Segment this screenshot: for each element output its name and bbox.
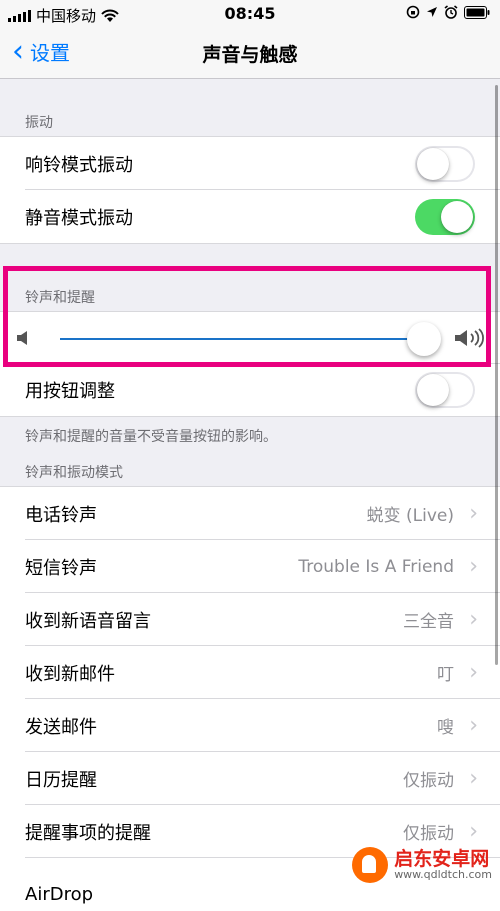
chevron-right-icon: › [469, 554, 478, 579]
chevron-right-icon: › [469, 713, 478, 738]
status-right [406, 5, 490, 19]
pattern-label: 发送邮件 [25, 716, 97, 738]
silent-vibrate-switch[interactable] [415, 198, 475, 235]
slider-thumb[interactable] [407, 322, 441, 356]
pattern-value: 仅振动 [403, 824, 454, 844]
watermark-logo-icon [352, 847, 389, 883]
pattern-value: 仅振动 [403, 771, 454, 791]
pattern-label: 收到新语音留言 [25, 610, 151, 632]
section-header-vibrate: 振动 [25, 115, 53, 131]
watermark-title: 启东安卓网 [394, 847, 490, 870]
change-with-buttons-label: 用按钮调整 [25, 381, 115, 402]
location-icon [427, 7, 437, 17]
pattern-row-new-voicemail[interactable]: 收到新语音留言 三全音 › [0, 593, 500, 646]
status-bar: 中国移动 08:45 [0, 0, 500, 28]
pattern-value: 三全音 [403, 612, 454, 632]
watermark-text: 启东安卓网 www.qdldtch.com [394, 847, 492, 882]
ring-vibrate-row: 响铃模式振动 [0, 137, 500, 190]
vibrate-group: 响铃模式振动 静音模式振动 [0, 136, 500, 244]
ring-vibrate-switch[interactable] [415, 145, 475, 182]
change-with-buttons-row: 用按钮调整 [0, 364, 500, 417]
pattern-label: 日历提醒 [25, 769, 97, 791]
rotation-lock-icon [406, 5, 420, 19]
pattern-label: AirDrop [25, 884, 94, 905]
pattern-row-calendar-alerts[interactable]: 日历提醒 仅振动 › [0, 752, 500, 805]
ringer-volume-slider[interactable] [0, 312, 500, 364]
page-title: 声音与触感 [202, 44, 298, 66]
navigation-bar: ‹ 设置 声音与触感 [0, 28, 500, 79]
pattern-label: 短信铃声 [25, 557, 97, 579]
watermark-url: www.qdldtch.com [394, 868, 492, 882]
ringer-group: 用按钮调整 [0, 311, 500, 417]
ring-vibrate-label: 响铃模式振动 [25, 154, 133, 176]
watermark: 启东安卓网 www.qdldtch.com [352, 847, 492, 883]
pattern-value: 蜕变 (Live) [366, 506, 454, 526]
slider-track [60, 338, 425, 340]
pattern-row-text-tone[interactable]: 短信铃声 Trouble Is A Friend › [0, 540, 500, 593]
section-header-ringer: 铃声和提醒 [25, 290, 95, 306]
pattern-label: 收到新邮件 [25, 663, 115, 685]
pattern-value: Trouble Is A Friend [298, 556, 454, 577]
pattern-row-ringtone[interactable]: 电话铃声 蜕变 (Live) › [0, 487, 500, 540]
battery-icon [464, 5, 490, 19]
pattern-row-new-mail[interactable]: 收到新邮件 叮 › [0, 646, 500, 699]
chevron-right-icon: › [469, 660, 478, 685]
section-header-patterns: 铃声和振动模式 [25, 465, 123, 481]
silent-vibrate-row: 静音模式振动 [0, 190, 500, 243]
scrollbar[interactable] [495, 85, 498, 665]
change-with-buttons-switch[interactable] [415, 372, 475, 408]
chevron-right-icon: › [469, 501, 478, 526]
pattern-label: 电话铃声 [25, 504, 97, 526]
silent-vibrate-label: 静音模式振动 [25, 207, 133, 229]
ringer-footnote: 铃声和提醒的音量不受音量按钮的影响。 [25, 429, 277, 445]
pattern-value: 嗖 [437, 718, 454, 738]
chevron-right-icon: › [469, 766, 478, 791]
pattern-row-sent-mail[interactable]: 发送邮件 嗖 › [0, 699, 500, 752]
volume-high-icon [455, 328, 484, 348]
volume-low-icon [17, 331, 27, 345]
chevron-right-icon: › [469, 607, 478, 632]
alarm-icon [444, 5, 458, 19]
chevron-right-icon: › [469, 819, 478, 844]
pattern-value: 叮 [437, 665, 454, 685]
pattern-label: 提醒事项的提醒 [25, 822, 151, 844]
